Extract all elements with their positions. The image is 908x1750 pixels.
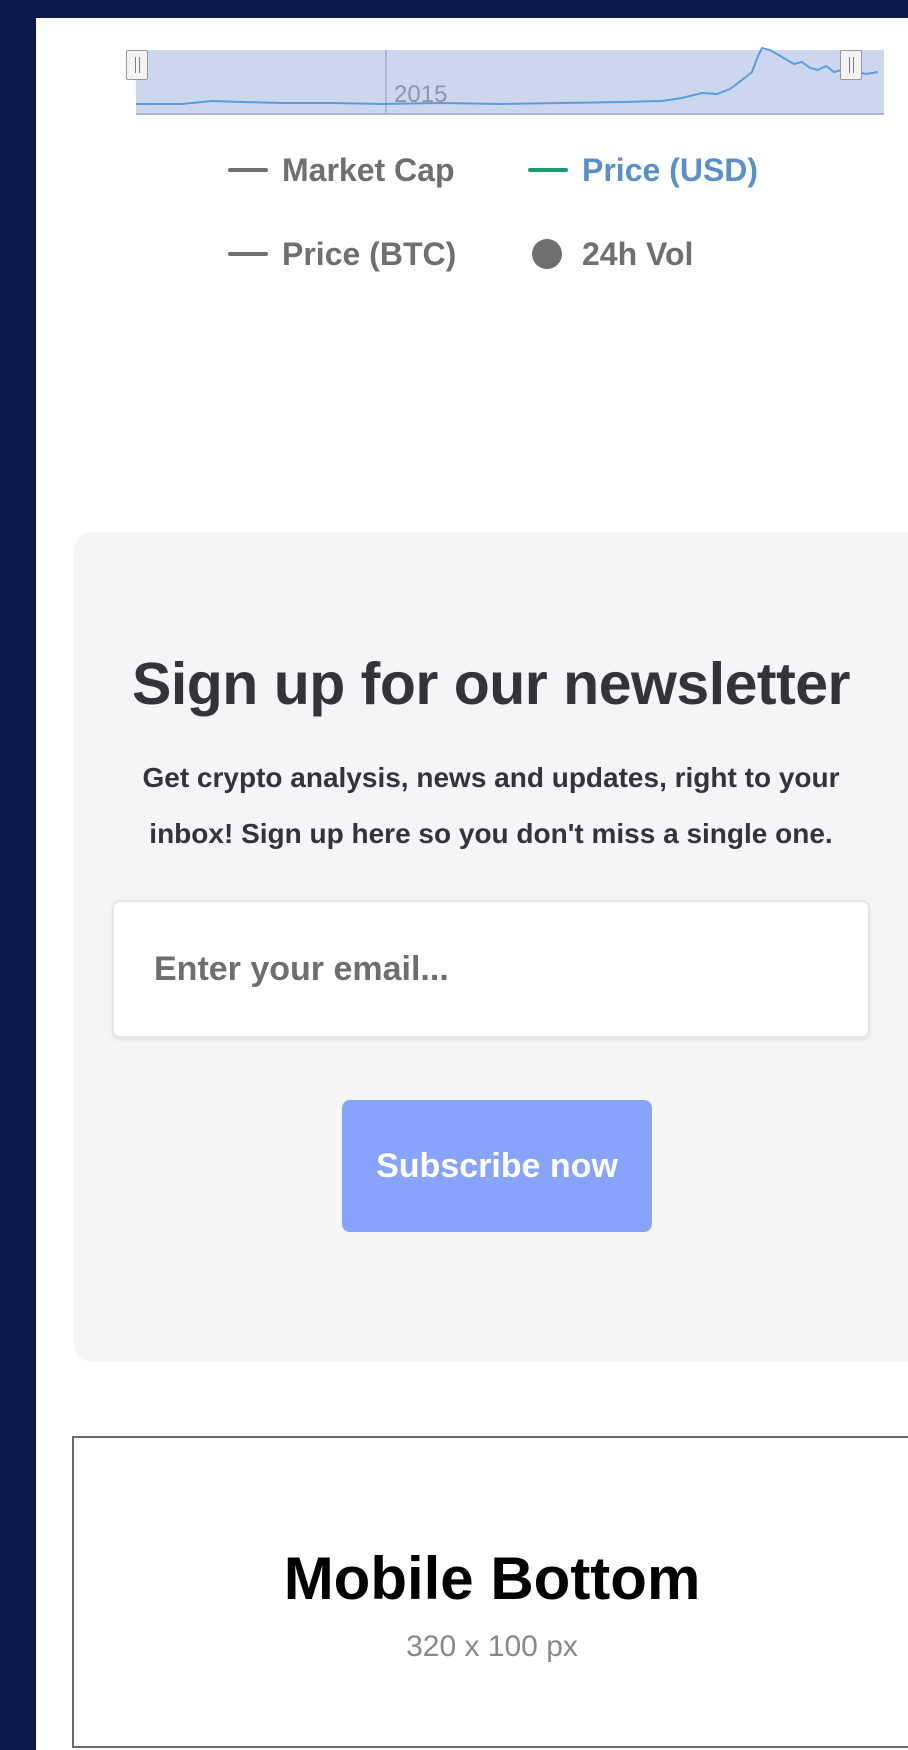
legend-item-market-cap[interactable]: Market Cap xyxy=(228,146,455,194)
navigator-right-handle[interactable] xyxy=(840,50,862,80)
legend-line-icon xyxy=(228,252,268,256)
subscribe-button[interactable]: Subscribe now xyxy=(342,1100,652,1232)
email-input[interactable] xyxy=(112,900,870,1038)
newsletter-title: Sign up for our newsletter xyxy=(132,651,851,717)
legend-item-price-usd[interactable]: Price (USD) xyxy=(528,146,758,194)
page-content: 2015 Market Cap Price (USD) Price (BTC) … xyxy=(36,18,908,1750)
navigator-left-handle[interactable] xyxy=(126,50,148,80)
legend-item-price-btc[interactable]: Price (BTC) xyxy=(228,230,456,278)
navigator-chart: 2015 xyxy=(136,46,884,115)
legend-label: Price (BTC) xyxy=(282,235,457,272)
newsletter-card: Sign up for our newsletter Get crypto an… xyxy=(74,532,908,1362)
ad-title: Mobile Bottom xyxy=(283,1545,701,1612)
legend-dot-icon xyxy=(532,239,562,269)
legend-line-icon xyxy=(528,168,568,172)
ad-placeholder[interactable]: Mobile Bottom 320 x 100 px xyxy=(72,1436,908,1748)
chart-navigator[interactable]: 2015 xyxy=(102,34,884,116)
legend-label: 24h Vol xyxy=(582,235,694,272)
legend-label: Price (USD) xyxy=(582,151,759,188)
newsletter-subtitle: Get crypto analysis, news and updates, r… xyxy=(142,762,840,849)
chart-legend: Market Cap Price (USD) Price (BTC) 24h V… xyxy=(36,136,908,276)
legend-label: Market Cap xyxy=(282,151,455,188)
ad-size-text: 320 x 100 px xyxy=(406,1630,578,1663)
legend-item-24h-vol[interactable]: 24h Vol xyxy=(528,230,693,278)
legend-line-icon xyxy=(228,168,268,172)
